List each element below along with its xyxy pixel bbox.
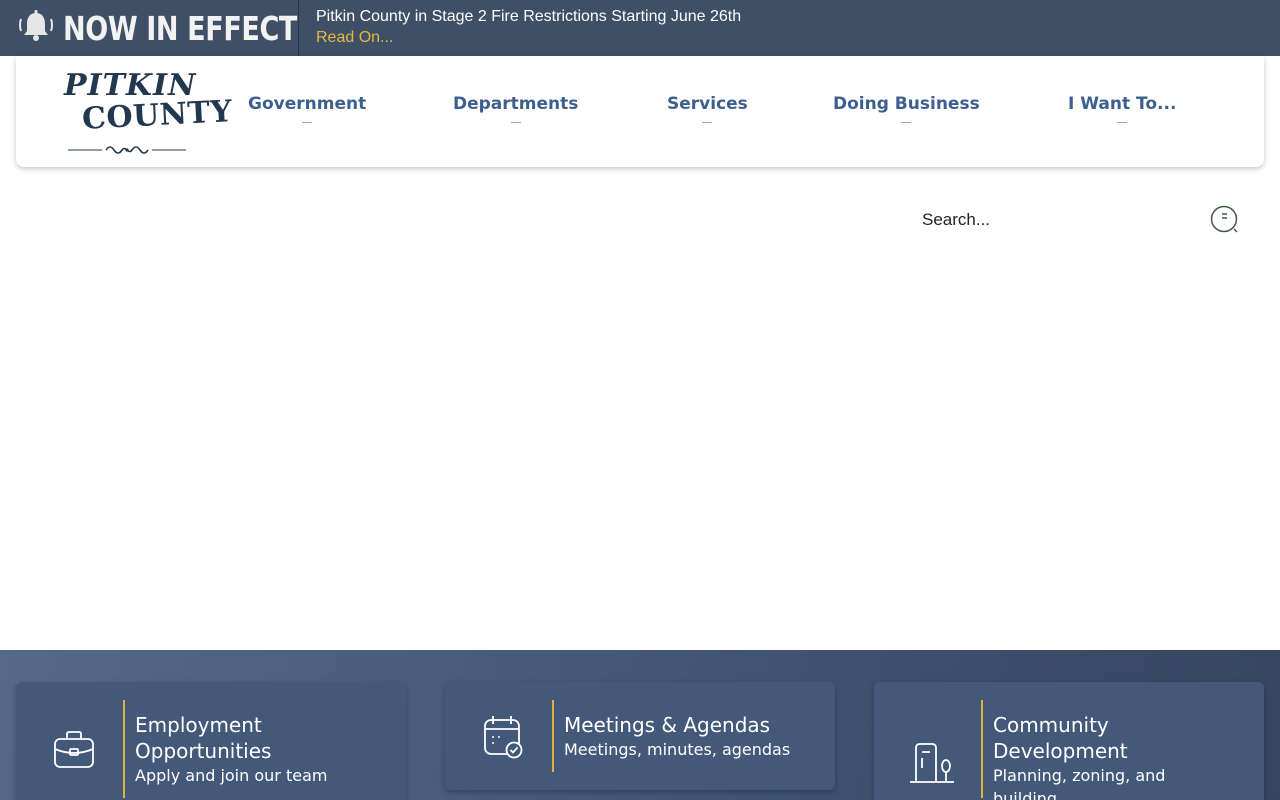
nav-government-label: Government <box>248 94 367 114</box>
nav-doing-business-label: Doing Business <box>833 94 980 114</box>
nav-departments-label: Departments <box>453 94 579 114</box>
nav-i-want-to-label: I Want To... <box>1068 94 1177 114</box>
nav-dash <box>510 122 521 123</box>
nav-dash <box>901 122 912 123</box>
card-divider <box>552 700 554 772</box>
calendar-check-icon <box>479 712 527 760</box>
nav-government[interactable]: Government <box>248 94 366 123</box>
bell-icon <box>17 9 55 48</box>
nav-dash <box>1117 122 1128 123</box>
site-header: PITKIN COUNTY Government Departments Ser… <box>16 56 1264 167</box>
card-text: Community Development Planning, zoning, … <box>993 712 1223 800</box>
alert-message: Pitkin County in Stage 2 Fire Restrictio… <box>299 0 741 56</box>
search-input[interactable] <box>910 198 1200 242</box>
alert-label-text: NOW IN EFFECT <box>63 8 297 48</box>
card-divider <box>981 700 983 798</box>
nav-dash <box>702 122 713 123</box>
nav-departments[interactable]: Departments <box>453 94 578 123</box>
card-meetings[interactable]: Meetings & Agendas Meetings, minutes, ag… <box>445 682 835 790</box>
main-nav: Government Departments Services Doing Bu… <box>16 56 1264 167</box>
nav-services-label: Services <box>667 94 748 114</box>
building-tree-icon <box>908 738 956 786</box>
card-subtitle: Planning, zoning, and building <box>993 766 1166 800</box>
search-bar <box>910 198 1250 242</box>
card-text: Meetings & Agendas Meetings, minutes, ag… <box>564 712 824 761</box>
card-community-development[interactable]: Community Development Planning, zoning, … <box>874 682 1264 800</box>
alert-bar: NOW IN EFFECT Pitkin County in Stage 2 F… <box>0 0 1280 56</box>
nav-i-want-to[interactable]: I Want To... <box>1068 94 1176 123</box>
card-title: Community Development <box>993 713 1128 763</box>
nav-services[interactable]: Services <box>667 94 748 123</box>
nav-doing-business[interactable]: Doing Business <box>833 94 980 123</box>
alert-title: Pitkin County in Stage 2 Fire Restrictio… <box>316 8 742 25</box>
alert-label: NOW IN EFFECT <box>0 0 299 56</box>
card-text: Employment Opportunities Apply and join … <box>135 712 395 787</box>
card-employment[interactable]: Employment Opportunities Apply and join … <box>16 682 406 800</box>
card-subtitle: Apply and join our team <box>135 766 328 785</box>
search-icon[interactable] <box>1208 203 1242 237</box>
card-title: Meetings & Agendas <box>564 713 771 737</box>
card-title: Employment Opportunities <box>135 713 272 763</box>
quick-links-section: Employment Opportunities Apply and join … <box>0 650 1280 800</box>
briefcase-icon <box>50 725 98 773</box>
card-subtitle: Meetings, minutes, agendas <box>564 740 791 759</box>
read-on-link[interactable]: Read On... <box>316 27 741 49</box>
nav-dash <box>302 122 313 123</box>
card-divider <box>123 700 125 798</box>
